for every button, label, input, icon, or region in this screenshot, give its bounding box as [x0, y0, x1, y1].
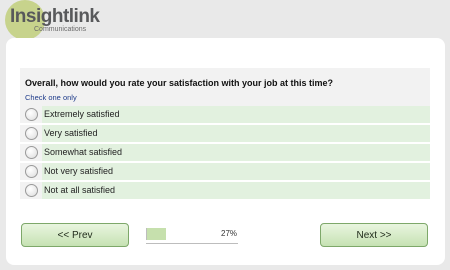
- progress-baseline: [146, 243, 238, 244]
- option-not-at-all-satisfied[interactable]: Not at all satisfied: [20, 182, 430, 199]
- radio-button[interactable]: [25, 184, 38, 197]
- progress-fill: [147, 228, 166, 240]
- option-not-very-satisfied[interactable]: Not very satisfied: [20, 163, 430, 180]
- option-somewhat-satisfied[interactable]: Somewhat satisfied: [20, 144, 430, 161]
- option-label[interactable]: Not at all satisfied: [44, 185, 115, 195]
- option-label[interactable]: Somewhat satisfied: [44, 147, 122, 157]
- radio-button[interactable]: [25, 146, 38, 159]
- question-instruction: Check one only: [25, 93, 77, 102]
- option-very-satisfied[interactable]: Very satisfied: [20, 125, 430, 142]
- brand-sub: Communications: [34, 26, 87, 33]
- radio-button[interactable]: [25, 165, 38, 178]
- progress-label: 27%: [221, 229, 238, 238]
- brand-name: Insightlink: [10, 6, 100, 27]
- brand-logo: Insightlink Communications: [0, 0, 120, 40]
- option-label[interactable]: Very satisfied: [44, 128, 98, 138]
- next-button[interactable]: Next >>: [320, 223, 428, 247]
- question-text: Overall, how would you rate your satisfa…: [25, 78, 334, 88]
- prev-button[interactable]: << Prev: [21, 223, 129, 247]
- option-label[interactable]: Not very satisfied: [44, 166, 113, 176]
- radio-button[interactable]: [25, 108, 38, 121]
- radio-button[interactable]: [25, 127, 38, 140]
- option-extremely-satisfied[interactable]: Extremely satisfied: [20, 106, 430, 123]
- progress-bar: [146, 228, 216, 240]
- option-label[interactable]: Extremely satisfied: [44, 109, 120, 119]
